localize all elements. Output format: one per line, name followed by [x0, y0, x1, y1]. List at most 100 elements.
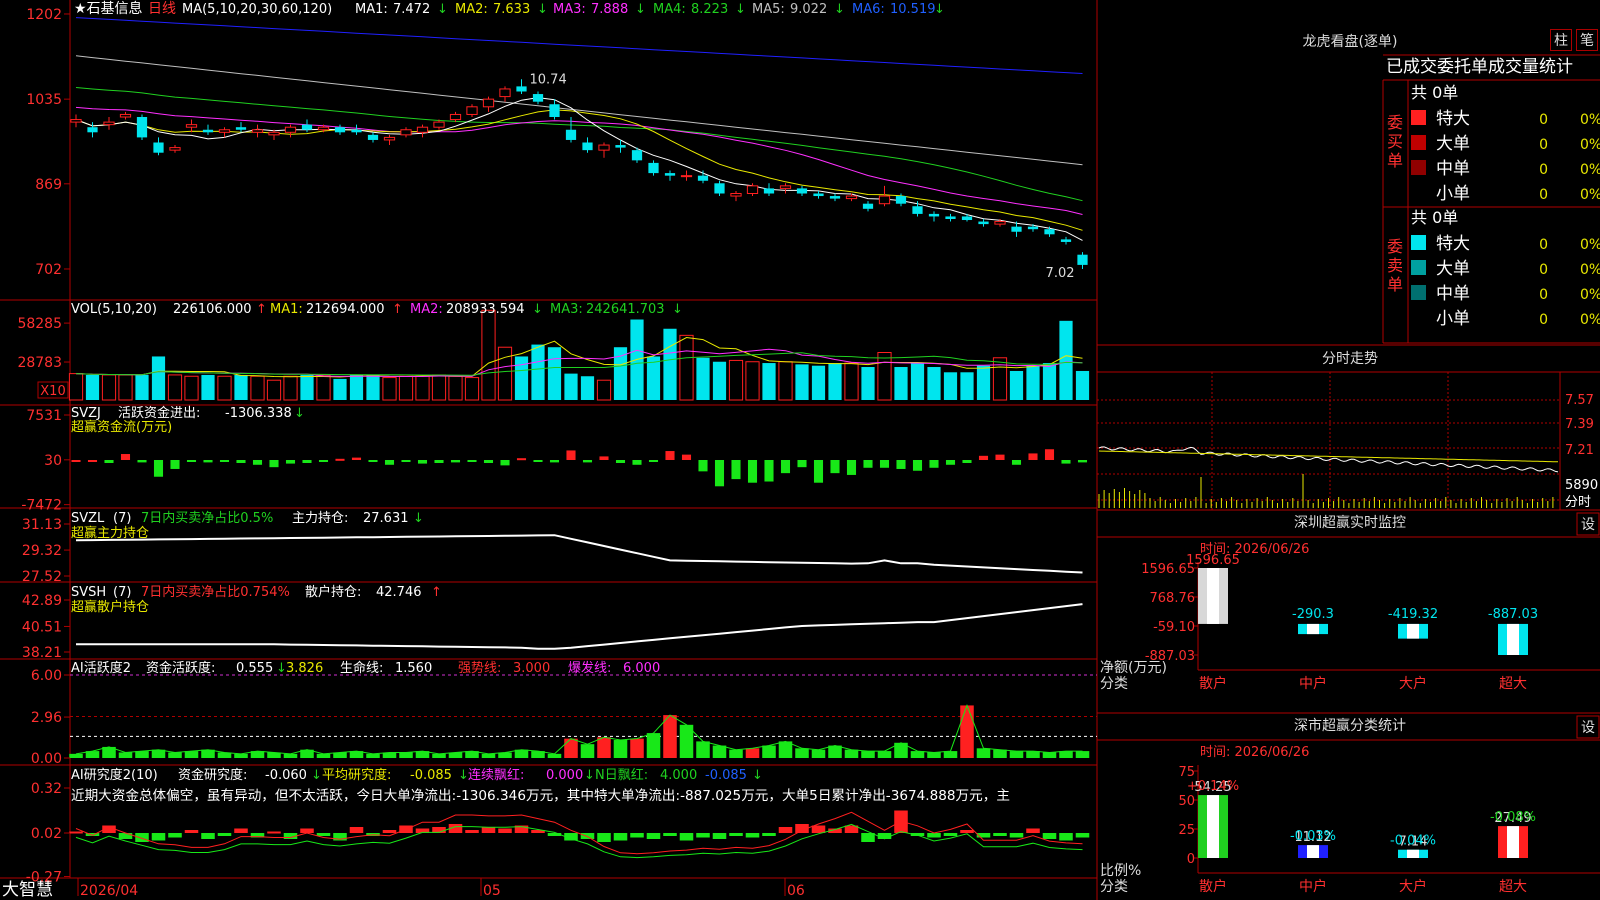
- fund-flow-bar-in: [516, 458, 527, 461]
- volume-bar-down: [1059, 320, 1073, 400]
- research-bar-up: [382, 830, 397, 833]
- category-label: 超大: [1499, 879, 1527, 895]
- ai-lifeline-value: 1.560: [395, 661, 432, 676]
- candle-body-up: [598, 144, 610, 151]
- sell-side-label-char: 卖: [1387, 256, 1403, 275]
- candle-body-up: [730, 193, 742, 197]
- activity-bar: [795, 748, 809, 758]
- y-tick-label: 869: [35, 177, 62, 193]
- fund-flow-bar-out: [698, 460, 708, 472]
- bar-y-tick: 768.76: [1150, 591, 1196, 606]
- candle-body-down: [301, 124, 313, 130]
- sell-row-name: 小单: [1436, 309, 1470, 329]
- vol-ma-value: 242641.703: [586, 302, 665, 317]
- buy-row-name: 特大: [1436, 109, 1470, 129]
- svzj-text: 活跃资金进出:: [118, 405, 200, 421]
- bar-y-tick: 25: [1178, 823, 1195, 838]
- ai-strong-value: 3.000: [513, 661, 550, 676]
- volume-bar-up: [167, 374, 183, 401]
- sell-row-count: 0: [1539, 237, 1548, 253]
- ai-streak-value: 0.000: [546, 768, 583, 783]
- svsh-param: (7): [113, 585, 131, 600]
- sell-row-name: 大单: [1436, 259, 1470, 279]
- volume-bar-up: [398, 375, 414, 401]
- research-bar-down: [993, 833, 1007, 836]
- volume-bar-up: [266, 379, 282, 401]
- fund-flow-bar-in: [120, 454, 131, 460]
- buy-side-label-char: 买: [1387, 132, 1403, 151]
- candle-body-up: [845, 195, 858, 200]
- terminal-canvas: 1202 1035 869 702 10.74 7.02 ★石基信息 日线 MA(5,10,20…: [0, 0, 1600, 900]
- fund-flow-bar-out: [434, 460, 444, 463]
- order-view-button[interactable]: 笔: [1576, 29, 1598, 51]
- volume-bar-down: [151, 356, 166, 400]
- candle-body-down: [565, 129, 577, 140]
- candle-body-up: [185, 124, 198, 128]
- pillar-view-button[interactable]: 柱: [1550, 29, 1572, 51]
- fund-flow-bar-out: [648, 460, 659, 462]
- activity-bar: [861, 751, 875, 758]
- fund-flow-bar-in: [566, 450, 576, 460]
- ai-research-text: 资金研究度:: [178, 767, 247, 783]
- category-bar-highlight: [1207, 795, 1219, 858]
- ai-nday-label: N日飘红:: [595, 767, 648, 783]
- candle-body-down: [664, 173, 676, 176]
- svsh-caption: 超赢散户持仓: [71, 599, 149, 615]
- fund-flow-bar-out: [104, 460, 114, 463]
- ai-nday-value2: -0.085: [705, 768, 747, 783]
- y-tick-label: 42.89: [22, 593, 62, 609]
- vol-ma-arrow: ↓: [672, 302, 683, 317]
- bar-chart-xlabel: 分类: [1100, 879, 1128, 895]
- ma-arrow: ↓: [537, 2, 548, 17]
- ai-research-arrow: ↓: [311, 768, 322, 783]
- volume-bar-up: [877, 352, 892, 401]
- svzl-text: 主力持仓:: [292, 511, 348, 526]
- candle-body-up: [482, 98, 495, 108]
- bar-chart-title: 深市超赢分类统计: [1294, 717, 1406, 734]
- fund-flow-bar-out: [219, 460, 230, 462]
- volume-bar-down: [234, 374, 248, 400]
- research-bar-up: [1026, 828, 1040, 833]
- volume-bar-down: [531, 344, 545, 400]
- ai-streak-label: 连续飘红:: [468, 767, 524, 783]
- candle-body-down: [351, 129, 362, 133]
- volume-bar-down: [580, 376, 595, 400]
- research-bar-down: [762, 833, 776, 836]
- fund-flow-bar-out: [417, 460, 428, 464]
- volume-bar-down: [795, 364, 809, 400]
- candle-body-down: [978, 221, 989, 225]
- svsh-ratio: 7日内买卖净占比0.754%: [141, 584, 290, 600]
- candle-body-down: [1027, 226, 1039, 230]
- candle-body-down: [1077, 254, 1088, 265]
- fund-flow-bar-out: [401, 460, 411, 462]
- research-bar-down: [861, 833, 875, 842]
- volume-bar-down: [663, 328, 677, 400]
- candle-body-up: [268, 131, 280, 136]
- bar-chart-title: 深圳超赢实时监控: [1294, 514, 1406, 531]
- ai-lifeline-label: 生命线:: [340, 660, 383, 676]
- svzl-param: (7): [113, 511, 131, 526]
- volume-bar-down: [811, 365, 826, 400]
- volume-bar-down: [960, 372, 974, 400]
- bar-value-label: -290.3: [1292, 607, 1334, 622]
- research-bar-down: [663, 833, 677, 836]
- ma-arrow: ↓: [735, 2, 746, 17]
- candle-body-down: [615, 145, 626, 148]
- candle-body-down: [1011, 226, 1022, 232]
- research-bar-down: [118, 833, 133, 839]
- activity-bar-strong: [663, 715, 677, 758]
- buy-row-pct: 0%: [1580, 187, 1600, 203]
- y-tick-label: 0.32: [31, 781, 62, 797]
- activity-bar: [976, 748, 991, 758]
- ai-strong-label: 强势线:: [458, 660, 501, 676]
- ma-params-label: MA(5,10,20,30,60,120): [182, 2, 332, 17]
- research-bar-down: [943, 833, 958, 836]
- candle-body-up: [680, 175, 693, 178]
- volume-bar-up: [728, 359, 744, 401]
- y-tick-label: 702: [35, 262, 62, 278]
- volume-bar-up: [448, 375, 463, 401]
- candle-body-down: [895, 196, 907, 204]
- ai-research-label: AI研究度2(10): [71, 767, 158, 783]
- ma-arrow: ↓: [834, 2, 845, 17]
- fund-flow-bar-out: [764, 460, 774, 482]
